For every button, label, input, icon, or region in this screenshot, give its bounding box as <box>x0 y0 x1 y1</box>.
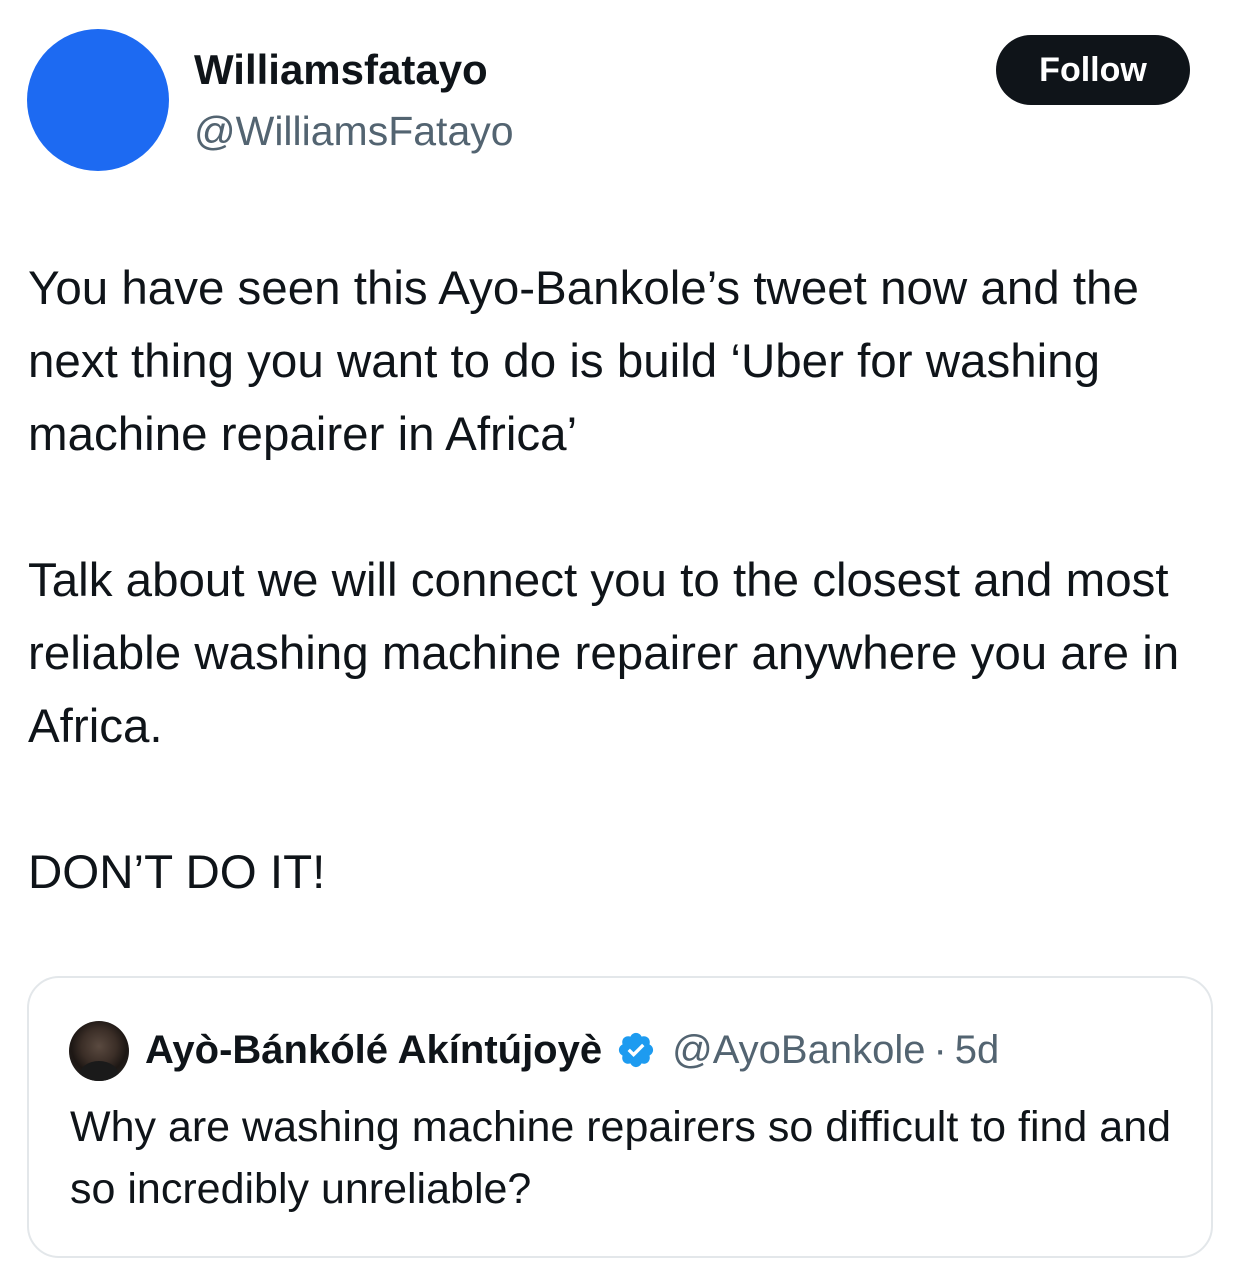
verified-badge-icon <box>616 1030 656 1070</box>
quoted-author-name: Ayò-Bánkólé Akíntújoyè <box>145 1028 603 1072</box>
follow-button[interactable]: Follow <box>996 35 1190 105</box>
author-handle[interactable]: @WilliamsFatayo <box>194 105 514 157</box>
quoted-tweet-header: Ayò-Bánkólé Akíntújoyè @AyoBankole · 5d <box>145 1024 999 1076</box>
quoted-tweet-card[interactable]: Ayò-Bánkólé Akíntújoyè @AyoBankole · 5d … <box>27 976 1213 1258</box>
dot-separator: · <box>933 1028 947 1072</box>
quoted-tweet-timestamp: 5d <box>954 1028 1000 1072</box>
tweet-text: You have seen this Ayo-Bankole’s tweet n… <box>28 252 1228 909</box>
quoted-author-avatar <box>69 1021 129 1081</box>
tweet-paragraph: DON’T DO IT! <box>28 846 326 899</box>
author-display-name[interactable]: Williamsfatayo <box>194 44 488 96</box>
quoted-author-handle: @AyoBankole <box>672 1028 926 1072</box>
quoted-tweet-text: Why are washing machine repairers so dif… <box>70 1103 1172 1213</box>
author-avatar[interactable] <box>27 29 169 171</box>
tweet-paragraph: You have seen this Ayo-Bankole’s tweet n… <box>28 262 1139 461</box>
tweet-paragraph: Talk about we will connect you to the cl… <box>28 554 1180 753</box>
